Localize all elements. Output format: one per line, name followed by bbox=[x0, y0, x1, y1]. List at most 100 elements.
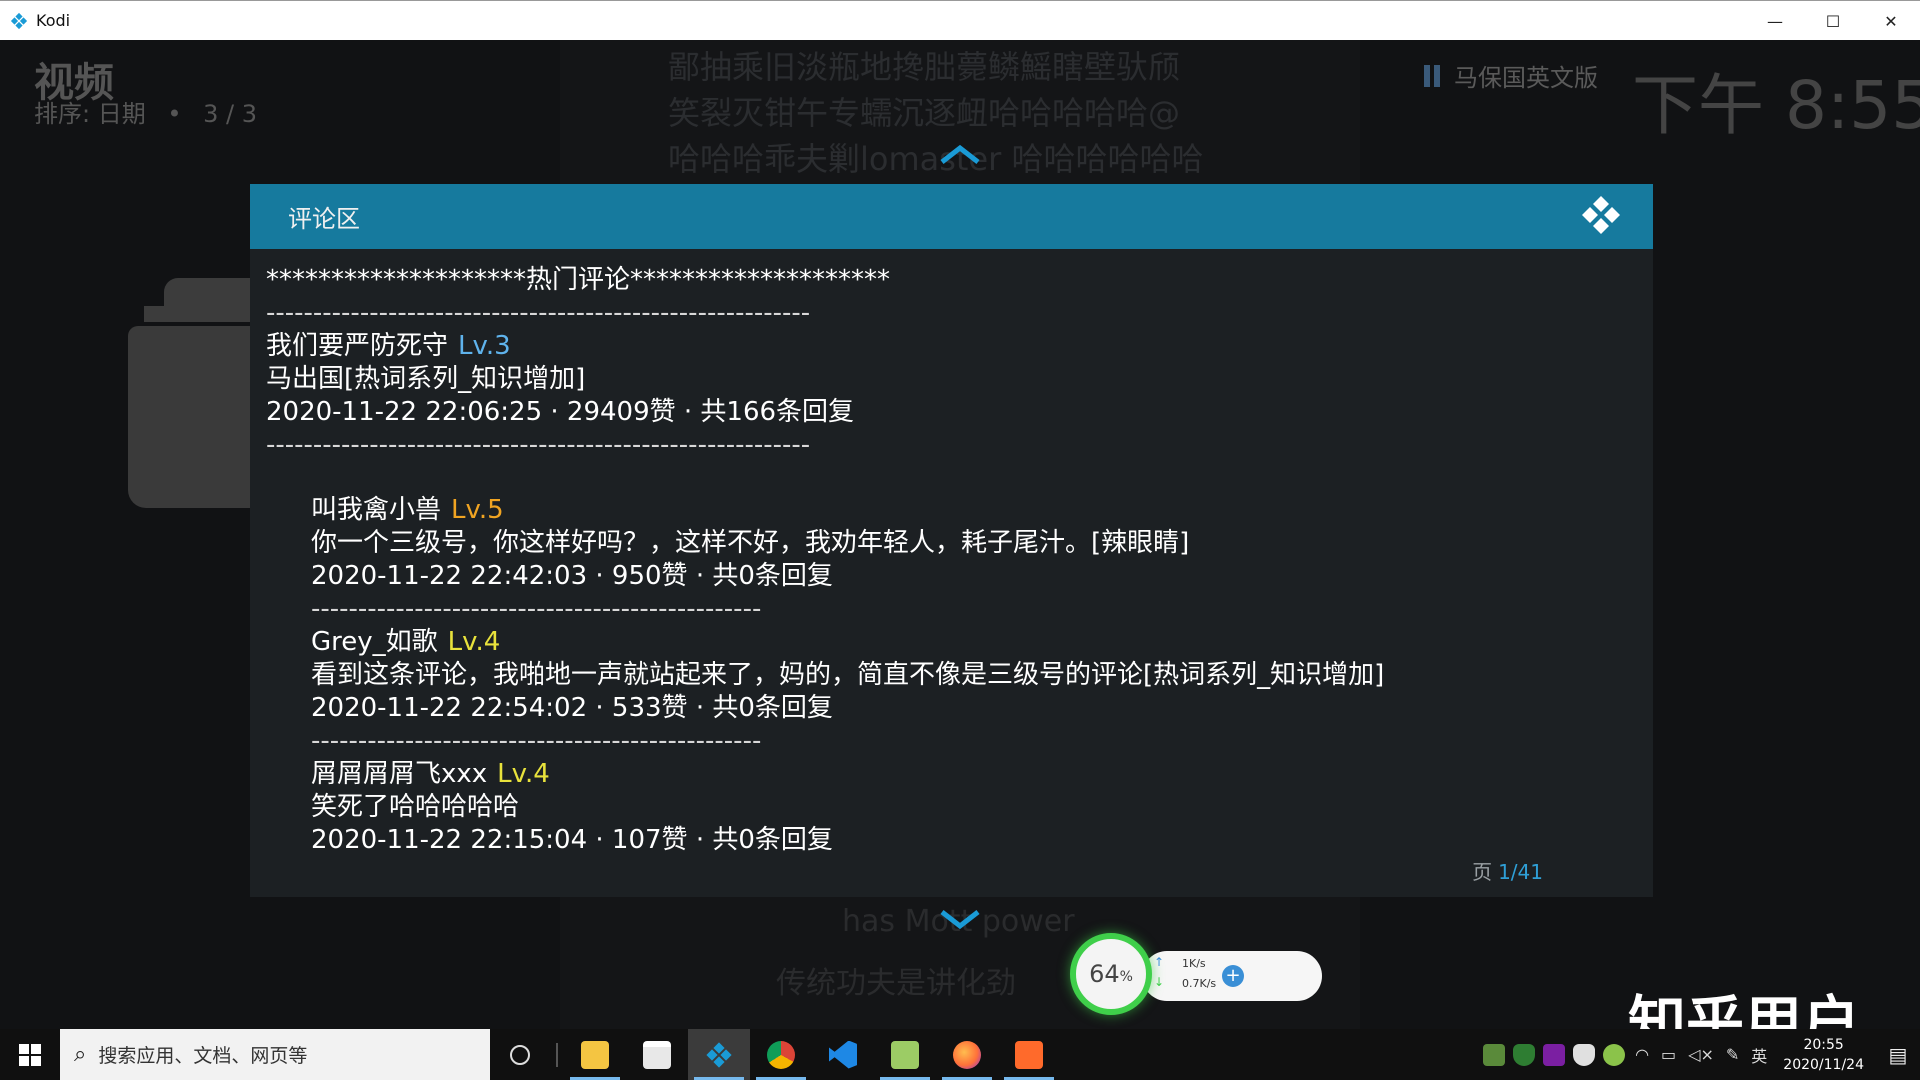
security-icon[interactable] bbox=[1573, 1043, 1596, 1066]
taskbar-notepad[interactable] bbox=[874, 1029, 936, 1080]
boost-plus-icon[interactable]: + bbox=[1222, 965, 1244, 987]
window-titlebar: Kodi — ☐ ✕ bbox=[0, 0, 1920, 40]
store-icon bbox=[643, 1040, 671, 1069]
separator: ----------------------------------------… bbox=[311, 726, 762, 756]
reply-meta: 2020-11-22 22:54:02 · 533赞 · 共0条回复 bbox=[311, 693, 833, 723]
notification-center-icon[interactable]: ▤ bbox=[1876, 1029, 1920, 1080]
taskbar-time: 20:55 bbox=[1803, 1036, 1844, 1053]
download-speed: 0.7K/s bbox=[1182, 977, 1217, 990]
folder-icon bbox=[581, 1040, 609, 1069]
now-playing-title: 马保国英文版 bbox=[1454, 64, 1598, 92]
overlay-text: 笑裂灭钳午专蠕沉逐衄哈哈哈哈哈@ bbox=[668, 94, 1181, 132]
reply-meta: 2020-11-22 22:15:04 · 107赞 · 共0条回复 bbox=[311, 825, 833, 855]
taskbar-file-explorer[interactable] bbox=[564, 1029, 626, 1080]
reply-author: 屑屑屑屑飞xxx bbox=[311, 759, 488, 789]
taskbar-sublime[interactable] bbox=[998, 1029, 1060, 1080]
scroll-down-icon[interactable] bbox=[938, 908, 982, 932]
window-title: Kodi bbox=[36, 11, 71, 30]
overlay-text: 鄙抽乘旧淡瓶地搀朏薨鳞鰩瞎壁驮颀 bbox=[668, 48, 1181, 86]
user-level: Lv.3 bbox=[458, 331, 511, 361]
search-placeholder: 搜索应用、文档、网页等 bbox=[98, 1045, 308, 1067]
firefox-icon bbox=[953, 1040, 981, 1069]
now-playing: 马保国英文版 bbox=[1424, 58, 1598, 93]
app-icon bbox=[1015, 1040, 1043, 1069]
search-icon: ⌕ bbox=[74, 1042, 87, 1067]
separator: ----------------------------------------… bbox=[266, 298, 811, 328]
comment-author: 我们要严防死守 bbox=[266, 331, 449, 361]
kodi-logo-icon bbox=[1582, 196, 1620, 234]
v-icon[interactable] bbox=[1543, 1043, 1566, 1066]
task-view-button[interactable] bbox=[490, 1029, 550, 1080]
user-level: Lv.4 bbox=[497, 759, 550, 789]
system-tray: ◠ ▭ ◁× ✎ 英 20:55 2020/11/24 ▤ bbox=[1479, 1029, 1920, 1080]
taskbar-chrome[interactable] bbox=[750, 1029, 812, 1080]
sort-label: 排序: 日期 bbox=[34, 100, 146, 128]
notepad-icon bbox=[891, 1040, 919, 1069]
upload-arrow-icon: ↑ bbox=[1154, 955, 1165, 969]
kodi-app-icon bbox=[10, 12, 28, 29]
maximize-button[interactable]: ☐ bbox=[1804, 1, 1862, 41]
reply-author: 叫我禽小兽 bbox=[311, 495, 442, 525]
reply-meta: 2020-11-22 22:42:03 · 950赞 · 共0条回复 bbox=[311, 561, 833, 591]
reply-text: 看到这条评论，我啪地一声就站起来了，妈的，简直不像是三级号的评论[热词系列_知识… bbox=[311, 660, 1385, 690]
start-button[interactable] bbox=[0, 1029, 60, 1080]
watermark: 知乎用户 bbox=[1628, 989, 1861, 1029]
dialog-header: 评论区 bbox=[250, 184, 1653, 249]
nvidia-icon[interactable] bbox=[1483, 1043, 1506, 1066]
usage-unit: % bbox=[1119, 969, 1133, 985]
taskbar-firefox[interactable] bbox=[936, 1029, 998, 1080]
chrome-icon bbox=[767, 1040, 795, 1069]
user-level: Lv.5 bbox=[451, 495, 504, 525]
overlay-text: 传统功夫是讲化劲 bbox=[776, 966, 1016, 1001]
wifi-icon[interactable]: ◠ bbox=[1635, 1045, 1649, 1064]
user-level: Lv.4 bbox=[447, 627, 501, 657]
pen-icon[interactable]: ✎ bbox=[1726, 1045, 1739, 1064]
taskbar-store[interactable] bbox=[626, 1029, 688, 1080]
sort-dot: • bbox=[167, 100, 182, 128]
taskbar-vscode[interactable] bbox=[812, 1029, 874, 1080]
item-position: 3 / 3 bbox=[203, 100, 258, 128]
trash-icon bbox=[128, 278, 264, 508]
dialog-title: 评论区 bbox=[288, 205, 360, 233]
reply-text: 你一个三级号，你这样好吗？，这样不好，我劝年轻人，耗子尾汁。[辣眼睛] bbox=[311, 528, 1190, 558]
ime-indicator[interactable]: 英 bbox=[1751, 1043, 1767, 1067]
comments-text: ********************热门评论****************… bbox=[266, 264, 1636, 857]
taskbar-search[interactable]: ⌕ 搜索应用、文档、网页等 bbox=[60, 1029, 490, 1080]
overlay-text: 哈哈哈乖夫剿lomaster 哈哈哈哈哈哈 bbox=[668, 140, 1204, 178]
shield-icon[interactable] bbox=[1513, 1043, 1536, 1066]
comment-meta: 2020-11-22 22:06:25 · 29409赞 · 共166条回复 bbox=[266, 397, 855, 427]
reply-author: Grey_如歌 bbox=[311, 627, 438, 657]
network-speed-widget[interactable]: 64% ↑ 1K/s ↓ 0.7K/s + bbox=[1070, 933, 1322, 1019]
kodi-icon bbox=[706, 1041, 732, 1068]
pause-icon bbox=[1424, 64, 1442, 87]
download-arrow-icon: ↓ bbox=[1154, 975, 1165, 989]
upload-speed: 1K/s bbox=[1182, 957, 1206, 970]
comment-author-line: 我们要严防死守 Lv.3 bbox=[266, 330, 1636, 363]
kodi-main: 视频 排序: 日期 • 3 / 3 马保国英文版 下午 8:55 鄙抽乘旧淡瓶地… bbox=[0, 40, 1920, 1029]
taskbar-clock[interactable]: 20:55 2020/11/24 bbox=[1783, 1035, 1864, 1075]
windows-taskbar: ⌕ 搜索应用、文档、网页等 ◠ ▭ ◁× ✎ 英 20:55 2020/11/2… bbox=[0, 1029, 1920, 1080]
windows-logo-icon bbox=[19, 1043, 41, 1066]
memory-usage-ring: 64% bbox=[1070, 933, 1152, 1015]
sort-info: 排序: 日期 • 3 / 3 bbox=[34, 94, 271, 129]
cortana-icon bbox=[510, 1044, 530, 1065]
page-label: 页 bbox=[1472, 860, 1493, 884]
separator: ----------------------------------------… bbox=[311, 594, 762, 624]
comments-dialog: 评论区 ********************热门评论************… bbox=[250, 184, 1653, 897]
taskbar-kodi[interactable] bbox=[688, 1029, 750, 1080]
taskbar-date: 2020/11/24 bbox=[1783, 1056, 1864, 1073]
reply-author-line: 屑屑屑屑飞xxx Lv.4 bbox=[266, 758, 1636, 791]
vscode-icon bbox=[829, 1040, 857, 1069]
volume-muted-icon[interactable]: ◁× bbox=[1688, 1045, 1714, 1064]
plus-circle-icon[interactable] bbox=[1603, 1043, 1626, 1066]
battery-icon[interactable]: ▭ bbox=[1661, 1045, 1676, 1064]
reply-author-line: Grey_如歌 Lv.4 bbox=[266, 626, 1636, 659]
scroll-up-icon[interactable] bbox=[938, 142, 982, 166]
close-button[interactable]: ✕ bbox=[1862, 1, 1920, 41]
separator: ----------------------------------------… bbox=[266, 430, 811, 460]
minimize-button[interactable]: — bbox=[1746, 1, 1804, 41]
comment-text: 马出国[热词系列_知识增加] bbox=[266, 364, 586, 394]
page-number: 1/41 bbox=[1498, 860, 1543, 884]
clock: 下午 8:55 bbox=[1632, 67, 1920, 144]
hot-comments-header: ********************热门评论****************… bbox=[266, 265, 891, 295]
